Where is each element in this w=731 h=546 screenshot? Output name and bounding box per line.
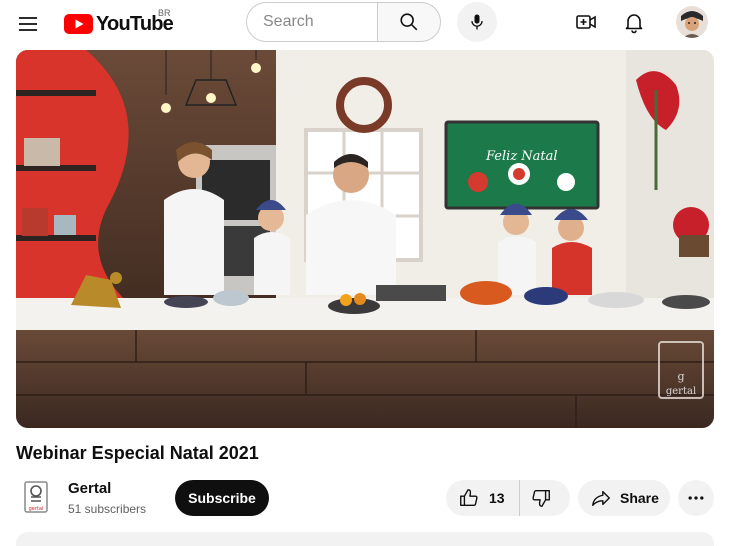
more-actions-button[interactable] bbox=[678, 480, 714, 516]
subscriber-count: 51 subscribers bbox=[68, 502, 147, 516]
channel-name[interactable]: Gertal bbox=[68, 480, 111, 497]
youtube-logo[interactable]: YouTube bbox=[64, 12, 174, 36]
voice-search-button[interactable] bbox=[457, 2, 497, 42]
search-icon bbox=[400, 13, 418, 31]
share-label: Share bbox=[620, 490, 659, 506]
account-avatar[interactable] bbox=[676, 6, 708, 38]
video-player[interactable]: Feliz Natal g gertal bbox=[16, 50, 714, 428]
description-box[interactable] bbox=[16, 532, 714, 546]
create-video-icon[interactable] bbox=[574, 10, 598, 34]
share-arrow-icon bbox=[592, 490, 610, 507]
dislike-button[interactable] bbox=[520, 480, 562, 516]
more-horizontal-icon bbox=[688, 496, 704, 500]
search-box bbox=[246, 2, 441, 42]
video-frame: Feliz Natal g gertal bbox=[16, 50, 714, 428]
region-code: BR bbox=[158, 8, 171, 18]
svg-text:g: g bbox=[677, 370, 684, 383]
like-button[interactable]: 13 bbox=[446, 480, 520, 516]
channel-logo-text: gertal bbox=[29, 506, 44, 512]
search-button[interactable] bbox=[377, 2, 441, 42]
thumbs-down-icon bbox=[532, 489, 550, 507]
microphone-icon bbox=[471, 14, 483, 30]
menu-icon[interactable] bbox=[16, 12, 40, 36]
like-count: 13 bbox=[489, 490, 505, 506]
video-title: Webinar Especial Natal 2021 bbox=[16, 443, 259, 463]
watermark-text: gertal bbox=[666, 386, 696, 397]
search-input[interactable] bbox=[246, 2, 393, 42]
masthead: YouTube BR bbox=[0, 0, 731, 48]
subscribe-button[interactable]: Subscribe bbox=[175, 480, 269, 516]
youtube-play-icon bbox=[64, 14, 93, 34]
sign-text: Feliz Natal bbox=[485, 149, 558, 164]
notifications-bell-icon[interactable] bbox=[622, 10, 646, 34]
share-button[interactable]: Share bbox=[578, 480, 670, 516]
channel-avatar[interactable]: gertal bbox=[16, 477, 56, 517]
like-dislike-group: 13 bbox=[446, 480, 570, 516]
thumbs-up-icon bbox=[460, 489, 478, 507]
